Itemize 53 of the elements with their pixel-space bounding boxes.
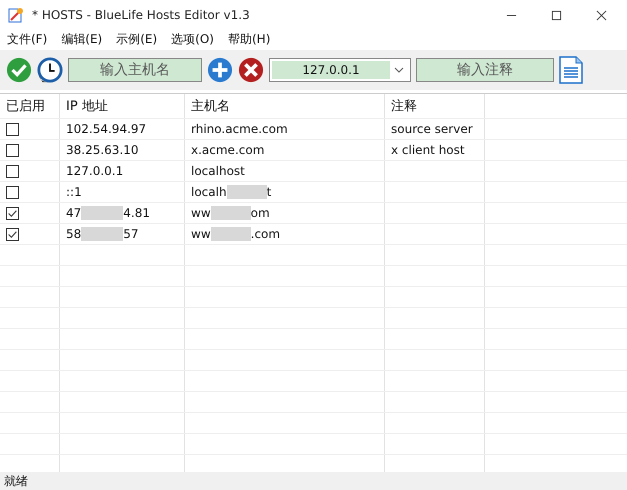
blur-mark (81, 227, 124, 241)
hostname-field[interactable]: 输入主机名 (68, 58, 202, 82)
checkbox[interactable] (6, 228, 19, 240)
column-header[interactable]: 已启用 (0, 94, 60, 118)
column-header[interactable]: IP 地址 (60, 94, 185, 118)
table-cell: x.acme.com (191, 143, 264, 157)
add-icon[interactable] (207, 57, 233, 83)
table-cell: 58 (66, 227, 82, 241)
delete-icon[interactable] (238, 57, 264, 83)
table-cell: 57 (123, 227, 139, 241)
document-icon[interactable] (559, 56, 583, 84)
table-cell: .com (250, 227, 280, 241)
table-cell: t (266, 185, 272, 199)
close-icon[interactable] (596, 10, 607, 20)
checkbox[interactable] (6, 206, 19, 220)
clock-icon[interactable] (37, 57, 63, 83)
chevron-icon (394, 67, 404, 73)
table-cell: ::1 (66, 185, 82, 199)
table-cell: 38.25.63.10 (66, 143, 139, 157)
app-icon (8, 7, 24, 23)
menu-item[interactable]: 帮助(H) (228, 30, 270, 48)
column-header[interactable]: 注释 (385, 94, 485, 118)
table-cell: x client host (391, 143, 465, 157)
table-cell: ww (191, 227, 211, 241)
column-header[interactable]: 主机名 (185, 94, 385, 118)
table-cell: 127.0.0.1 (66, 164, 124, 178)
table-cell: 102.54.94.97 (66, 122, 146, 136)
blur-mark (226, 185, 267, 199)
blur-mark (210, 206, 251, 220)
ip-dropdown[interactable]: 127.0.0.1 (269, 58, 411, 82)
menu-item[interactable]: 选项(O) (171, 30, 214, 48)
checkmark-icon[interactable] (6, 57, 32, 83)
maximize-icon[interactable] (551, 10, 562, 20)
menu-item[interactable]: 文件(F) (7, 30, 48, 48)
window-title: * HOSTS - BlueLife Hosts Editor v1.3 (32, 8, 250, 22)
comment-field[interactable]: 输入注释 (416, 58, 554, 82)
checkbox[interactable] (6, 164, 19, 178)
checkbox[interactable] (6, 122, 19, 136)
status-text: 就绪 (4, 472, 28, 490)
blur-mark (210, 227, 251, 241)
menu-item[interactable]: 编辑(E) (61, 30, 102, 48)
table-cell: om (250, 206, 270, 220)
checkbox[interactable] (6, 186, 19, 198)
table-cell: localh (191, 185, 227, 199)
table-cell: rhino.acme.com (191, 122, 288, 136)
table-cell: 4.81 (123, 206, 150, 220)
table-cell: localhost (191, 164, 245, 178)
table-cell: 47 (66, 206, 82, 220)
table-cell: source server (391, 122, 473, 136)
blur-mark (81, 206, 124, 220)
checkbox[interactable] (6, 144, 19, 156)
table-cell: ww (191, 206, 211, 220)
menu-item[interactable]: 示例(E) (116, 30, 158, 48)
